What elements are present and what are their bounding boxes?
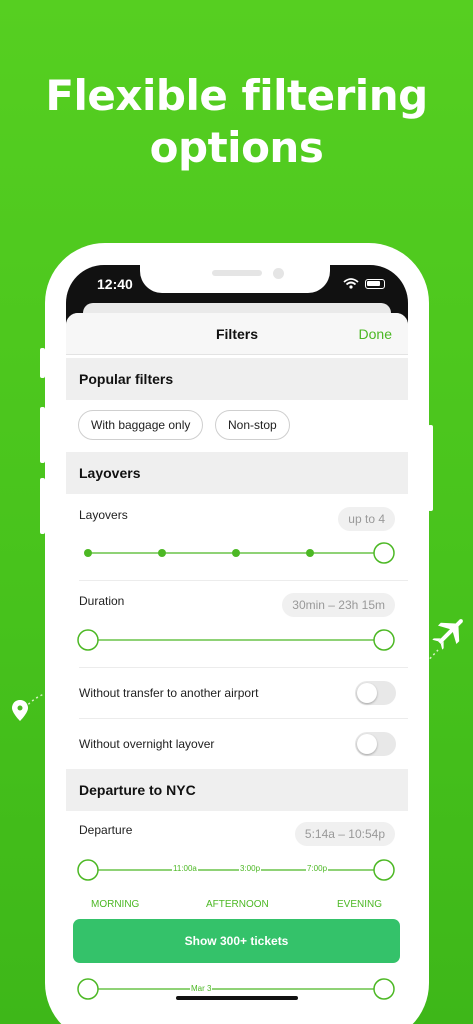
phone-notch xyxy=(140,243,330,293)
filters-sheet: Filters Done Popular filters With baggag… xyxy=(66,313,408,1024)
duration-slider-max-handle[interactable] xyxy=(373,629,395,651)
airplane-icon xyxy=(432,619,463,650)
layovers-slider-handle[interactable] xyxy=(373,542,395,564)
show-tickets-button[interactable]: Show 300+ tickets xyxy=(73,919,400,963)
date-slider-min-handle[interactable] xyxy=(77,978,99,1000)
departure-slider-min-handle[interactable] xyxy=(77,859,99,881)
status-time: 12:40 xyxy=(97,276,133,292)
departure-tick-label: 7:00p xyxy=(306,864,329,873)
layovers-slider[interactable] xyxy=(84,542,395,564)
departure-tick-label: 3:00p xyxy=(239,864,262,873)
duration-slider-min-handle[interactable] xyxy=(77,629,99,651)
location-pin-icon xyxy=(12,700,28,721)
slider-step-dot xyxy=(84,549,92,557)
status-icons xyxy=(343,278,385,289)
slider-step-dot xyxy=(306,549,314,557)
date-slider-max-handle[interactable] xyxy=(373,978,395,1000)
home-indicator xyxy=(176,996,298,1000)
date-tick-label: Mar 3 xyxy=(190,984,213,993)
wifi-icon xyxy=(343,278,359,289)
departure-slider-max-handle[interactable] xyxy=(373,859,395,881)
slider-step-dot xyxy=(232,549,240,557)
slider-step-dot xyxy=(158,549,166,557)
departure-slider[interactable] xyxy=(77,859,395,881)
phone-camera xyxy=(273,268,284,279)
phone-speaker xyxy=(212,270,262,276)
sliders-layer xyxy=(77,542,395,1000)
battery-icon xyxy=(365,278,385,289)
duration-slider[interactable] xyxy=(77,629,395,651)
departure-tick-label: 11:00a xyxy=(172,864,198,873)
